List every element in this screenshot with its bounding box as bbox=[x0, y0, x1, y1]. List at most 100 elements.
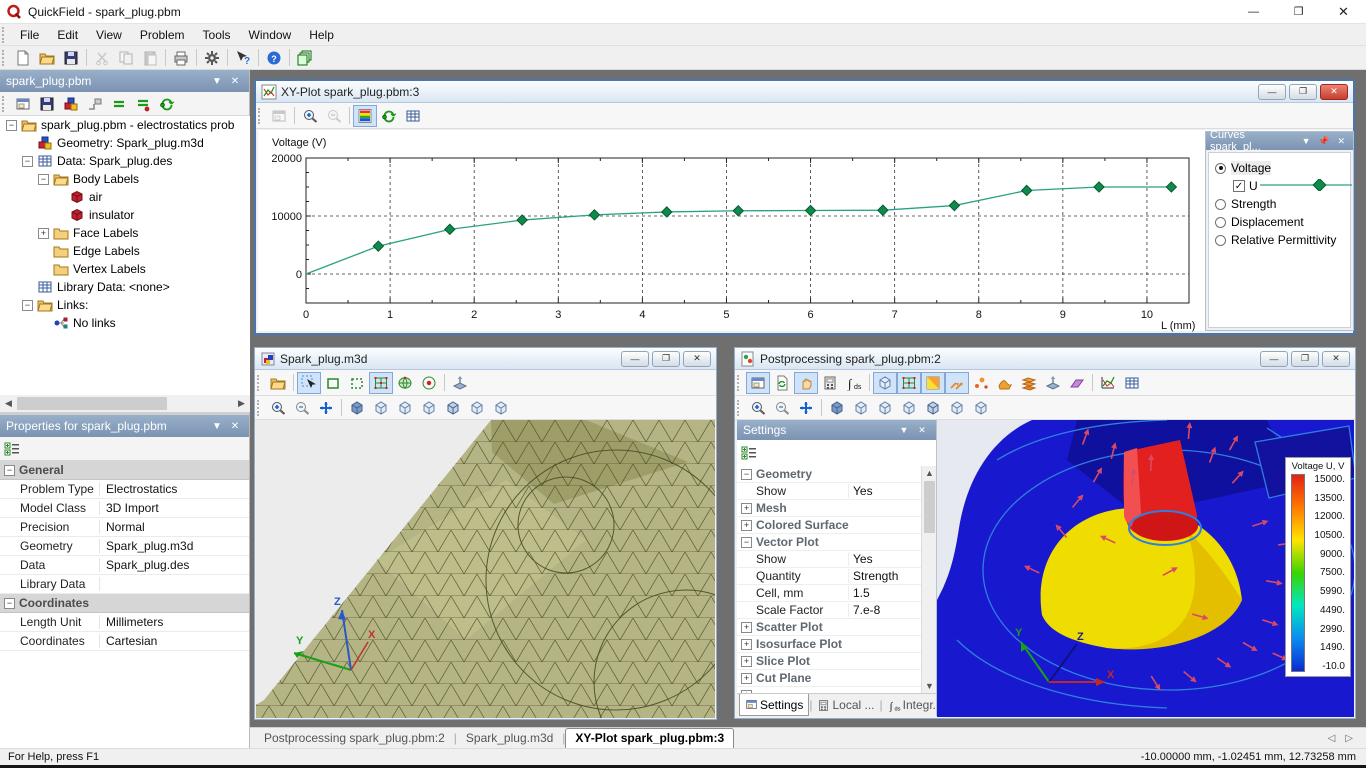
property-value[interactable]: Spark_plug.m3d bbox=[100, 539, 249, 553]
field-picture-button[interactable] bbox=[746, 372, 770, 394]
settings-row[interactable]: ShowYes bbox=[737, 551, 936, 568]
tree-item[interactable]: No links bbox=[0, 314, 250, 332]
project-panel-header[interactable]: spark_plug.pbm ▼ ✕ bbox=[0, 70, 249, 92]
zoom-in-button[interactable] bbox=[746, 397, 770, 419]
settings-group-row[interactable]: +Slice Plot bbox=[737, 653, 936, 670]
view-front-button[interactable] bbox=[849, 397, 873, 419]
open-geometry-button[interactable] bbox=[266, 372, 290, 394]
settings-row[interactable]: QuantityStrength bbox=[737, 568, 936, 585]
settings-group-row[interactable]: +Cut Plane bbox=[737, 670, 936, 687]
settings-row[interactable]: ShowYes bbox=[737, 483, 936, 500]
property-row[interactable]: CoordinatesCartesian bbox=[0, 632, 249, 651]
restore-button[interactable]: ❐ bbox=[1276, 0, 1321, 23]
zoom-out-button[interactable] bbox=[290, 397, 314, 419]
scroll-right-icon[interactable]: ▶ bbox=[233, 395, 250, 412]
print-button[interactable] bbox=[169, 47, 193, 69]
curve-option-relative-permittivity[interactable]: Relative Permittivity bbox=[1213, 231, 1346, 249]
m3d-title-bar[interactable]: Spark_plug.m3d — ❐ ✕ bbox=[255, 348, 716, 370]
property-row[interactable]: Problem TypeElectrostatics bbox=[0, 480, 249, 499]
calculator-button[interactable] bbox=[818, 372, 842, 394]
menu-edit[interactable]: Edit bbox=[48, 26, 87, 44]
settings-row[interactable]: Cell, mm1.5 bbox=[737, 585, 936, 602]
curves-panel-header[interactable]: Curves spark_pl... ▼ 📌 ✕ bbox=[1206, 132, 1353, 150]
slice-plot-button[interactable] bbox=[1017, 372, 1041, 394]
settings-group-row[interactable]: −Geometry bbox=[737, 466, 936, 483]
series-toggle-row[interactable]: ✓U bbox=[1213, 177, 1346, 195]
collapse-icon[interactable]: − bbox=[4, 465, 15, 476]
categorize-button[interactable] bbox=[0, 438, 24, 460]
select-rect-button[interactable] bbox=[321, 372, 345, 394]
settings-group-row[interactable]: +Mesh bbox=[737, 500, 936, 517]
mesh-sphere-button[interactable] bbox=[393, 372, 417, 394]
m3d-viewport[interactable]: Y Z X bbox=[256, 420, 715, 718]
minimize-button[interactable]: — bbox=[621, 351, 649, 367]
tree-item[interactable]: −spark_plug.pbm - electrostatics prob bbox=[0, 116, 250, 134]
vector-plot-button[interactable] bbox=[945, 372, 969, 394]
pan-button[interactable] bbox=[794, 372, 818, 394]
collapse-icon[interactable]: − bbox=[741, 469, 752, 480]
tree-item[interactable]: insulator bbox=[0, 206, 250, 224]
scroll-thumb[interactable] bbox=[924, 481, 935, 533]
solve-button[interactable] bbox=[107, 93, 131, 115]
scroll-up-icon[interactable]: ▲ bbox=[922, 466, 937, 480]
menu-tools[interactable]: Tools bbox=[194, 26, 240, 44]
settings-group-row[interactable]: +Colored Surface bbox=[737, 517, 936, 534]
panel-close-icon[interactable]: ✕ bbox=[914, 425, 930, 436]
property-row[interactable]: PrecisionNormal bbox=[0, 518, 249, 537]
colored-surface-button[interactable] bbox=[921, 372, 945, 394]
windows-button[interactable] bbox=[293, 47, 317, 69]
options-button[interactable] bbox=[200, 47, 224, 69]
minimize-button[interactable]: — bbox=[1260, 351, 1288, 367]
panel-close-icon[interactable]: ✕ bbox=[227, 76, 243, 87]
tree-item[interactable]: air bbox=[0, 188, 250, 206]
radio-icon[interactable] bbox=[1215, 217, 1226, 228]
view-top-button[interactable] bbox=[465, 397, 489, 419]
geometry-button[interactable] bbox=[59, 93, 83, 115]
tree-item[interactable]: Vertex Labels bbox=[0, 260, 250, 278]
property-value[interactable]: Spark_plug.des bbox=[100, 558, 249, 572]
select-region-button[interactable] bbox=[345, 372, 369, 394]
xyplot-title-bar[interactable]: XY-Plot spark_plug.pbm:3 — ❐ ✕ bbox=[256, 81, 1353, 103]
curve-option-displacement[interactable]: Displacement bbox=[1213, 213, 1346, 231]
restore-button[interactable]: ❐ bbox=[1289, 84, 1317, 100]
view-back-button[interactable] bbox=[873, 397, 897, 419]
curve-option-voltage[interactable]: Voltage bbox=[1213, 159, 1346, 177]
post-viewport[interactable]: Y Z X Voltage U, V 15000.13500.12000.105… bbox=[937, 420, 1354, 717]
menu-problem[interactable]: Problem bbox=[131, 26, 194, 44]
table-button[interactable] bbox=[1120, 372, 1144, 394]
menu-view[interactable]: View bbox=[87, 26, 131, 44]
close-button[interactable]: ✕ bbox=[1321, 0, 1366, 23]
menu-help[interactable]: Help bbox=[300, 26, 343, 44]
collapse-icon[interactable]: − bbox=[22, 300, 33, 311]
collapse-icon[interactable]: − bbox=[4, 598, 15, 609]
scroll-left-icon[interactable]: ◀ bbox=[0, 395, 17, 412]
slice-plane-button[interactable] bbox=[1065, 372, 1089, 394]
view-right-button[interactable] bbox=[921, 397, 945, 419]
curve-option-strength[interactable]: Strength bbox=[1213, 195, 1346, 213]
expand-icon[interactable]: + bbox=[741, 656, 752, 667]
save-all-button[interactable] bbox=[35, 93, 59, 115]
tree-item[interactable]: −Data: Spark_plug.des bbox=[0, 152, 250, 170]
point-button[interactable] bbox=[417, 372, 441, 394]
zoom-out-button[interactable] bbox=[322, 105, 346, 127]
view-results-button[interactable] bbox=[155, 93, 179, 115]
tree-item[interactable]: Geometry: Spark_plug.m3d bbox=[0, 134, 250, 152]
open-button[interactable] bbox=[35, 47, 59, 69]
radio-icon[interactable] bbox=[1215, 235, 1226, 246]
new-document-button[interactable] bbox=[11, 47, 35, 69]
legend-colors-button[interactable] bbox=[353, 105, 377, 127]
view-left-button[interactable] bbox=[417, 397, 441, 419]
zoom-in-button[interactable] bbox=[298, 105, 322, 127]
panel-close-icon[interactable]: ✕ bbox=[227, 421, 243, 432]
panel-menu-icon[interactable]: ▼ bbox=[209, 76, 225, 87]
zoom-fit-button[interactable] bbox=[314, 397, 338, 419]
property-group[interactable]: −General bbox=[0, 461, 249, 480]
post-title-bar[interactable]: Postprocessing spark_plug.pbm:2 — ❐ ✕ bbox=[735, 348, 1355, 370]
property-row[interactable]: DataSpark_plug.des bbox=[0, 556, 249, 575]
restore-button[interactable]: ❐ bbox=[652, 351, 680, 367]
panel-close-icon[interactable]: ✕ bbox=[1333, 136, 1349, 147]
collapse-icon[interactable]: − bbox=[22, 156, 33, 167]
scroll-thumb[interactable] bbox=[17, 397, 167, 410]
property-row[interactable]: Length UnitMillimeters bbox=[0, 613, 249, 632]
pick-cursor-button[interactable] bbox=[297, 372, 321, 394]
